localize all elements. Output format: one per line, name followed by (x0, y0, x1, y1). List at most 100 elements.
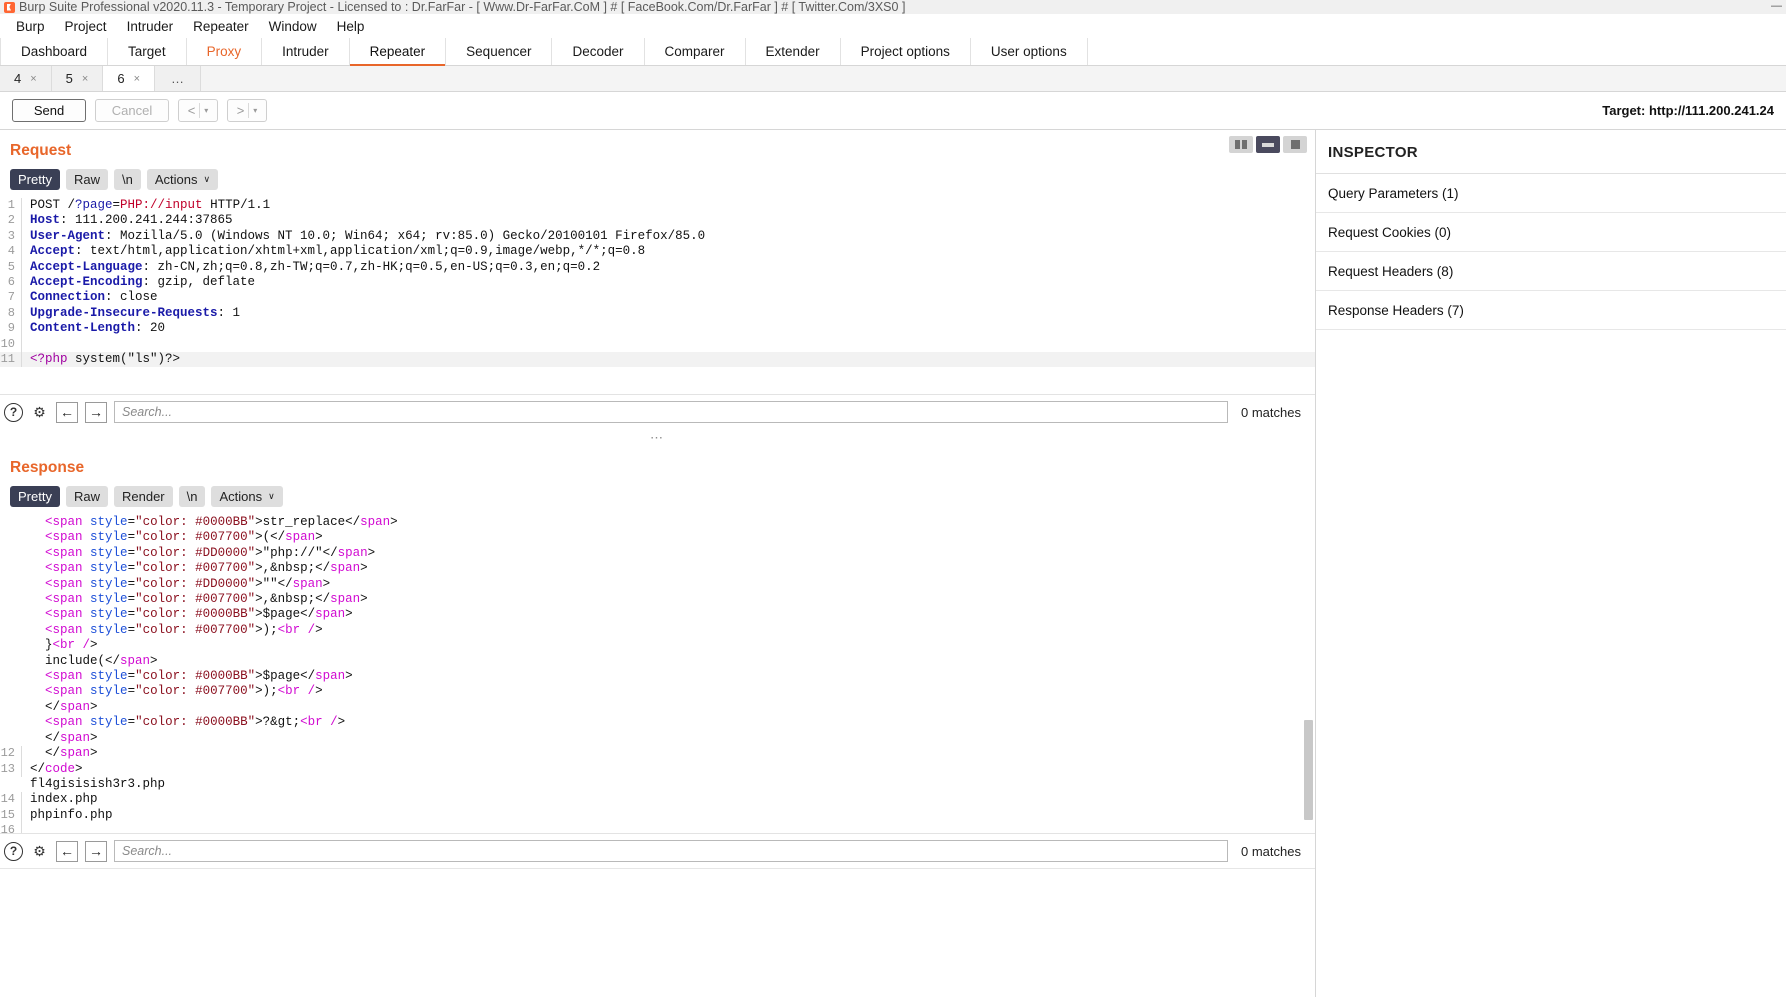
tab-decoder[interactable]: Decoder (552, 38, 645, 65)
close-icon[interactable]: × (134, 73, 140, 85)
code-token: < (30, 622, 53, 637)
layout-rows-icon[interactable] (1256, 136, 1280, 153)
menu-item-window[interactable]: Window (259, 17, 327, 36)
request-search-input[interactable]: Search... (114, 401, 1229, 423)
burp-suite-window: Burp Suite Professional v2020.11.3 - Tem… (0, 0, 1786, 997)
repeater-tab-5[interactable]: 5 × (51, 66, 104, 91)
code-token: > (75, 761, 83, 776)
code-line-text: Accept: text/html,application/xhtml+xml,… (22, 244, 645, 259)
back-button[interactable]: < ▾ (178, 99, 218, 122)
cancel-button: Cancel (95, 99, 169, 122)
close-icon[interactable]: × (30, 73, 36, 85)
request-mode-pretty[interactable]: Pretty (10, 169, 60, 190)
close-icon[interactable]: × (82, 73, 88, 85)
layout-columns-icon[interactable] (1229, 136, 1253, 153)
repeater-tab-6[interactable]: 6 × (103, 66, 156, 91)
tab-project-options[interactable]: Project options (841, 38, 971, 65)
minimize-icon[interactable]: — (1771, 0, 1782, 12)
code-token: style (90, 576, 128, 591)
menu-item-repeater[interactable]: Repeater (183, 17, 259, 36)
response-mode-newline[interactable]: \n (178, 486, 206, 507)
bottom-strip (0, 868, 1315, 884)
gear-icon[interactable]: ⚙ (30, 403, 49, 422)
response-mode-raw[interactable]: Raw (65, 486, 108, 507)
layout-switcher (1229, 136, 1307, 153)
request-search-matches: 0 matches (1241, 404, 1301, 420)
code-token: style (90, 715, 128, 730)
response-search-input[interactable]: Search... (114, 840, 1229, 862)
tab-intruder[interactable]: Intruder (262, 38, 350, 65)
inspector-row-request-cookies[interactable]: Request Cookies (0) (1316, 213, 1786, 252)
request-actions-button[interactable]: Actions ∨ (146, 169, 219, 190)
code-token: : gzip, deflate (142, 275, 256, 290)
request-code-view[interactable]: 1 POST /?page=PHP://input HTTP/1.1 2 Host: … (0, 198, 1315, 394)
panel-splitter-handle[interactable]: ⋯ (0, 429, 1315, 447)
tab-comparer[interactable]: Comparer (645, 38, 746, 65)
line-number: 13 (0, 761, 22, 777)
code-token: Upgrade-Insecure-Requests (30, 305, 218, 320)
request-mode-raw[interactable]: Raw (65, 169, 108, 190)
request-actions-label: Actions (154, 172, 198, 187)
burp-logo-icon (4, 1, 15, 13)
target-label: Target: http://111.200.241.24 (1602, 103, 1774, 118)
menu-item-burp[interactable]: Burp (6, 17, 55, 36)
tab-extender[interactable]: Extender (746, 38, 841, 65)
code-line-text: POST /?page=PHP://input HTTP/1.1 (22, 198, 270, 213)
response-scrollbar[interactable] (1303, 515, 1314, 833)
code-line: <span style="color: #DD0000">"php://"</s… (0, 546, 1315, 561)
search-prev-button[interactable]: ← (56, 840, 78, 862)
send-button[interactable]: Send (12, 99, 86, 122)
code-token: <br (52, 638, 76, 653)
code-token: "color: #DD0000" (135, 576, 256, 591)
menu-item-project[interactable]: Project (55, 17, 117, 36)
layout-single-icon[interactable] (1283, 136, 1307, 153)
code-line-text: <?php system("ls")?> (22, 352, 180, 367)
search-prev-button[interactable]: ← (56, 401, 78, 423)
menu-item-help[interactable]: Help (327, 17, 375, 36)
inspector-row-response-headers[interactable]: Response Headers (7) (1316, 291, 1786, 330)
tab-user-options[interactable]: User options (971, 38, 1088, 65)
chevron-down-icon: ▾ (204, 106, 209, 115)
code-line: 14 index.php (0, 792, 1315, 808)
code-token: "ls" (127, 352, 158, 367)
code-token: = (127, 607, 136, 622)
code-token: = (127, 715, 136, 730)
window-controls[interactable]: — (1771, 0, 1782, 12)
search-next-button[interactable]: → (85, 840, 107, 862)
code-token: <br (277, 684, 301, 699)
tab-proxy[interactable]: Proxy (187, 38, 263, 65)
tab-repeater[interactable]: Repeater (349, 38, 447, 66)
code-token: style (90, 530, 128, 545)
request-panel-title: Request (10, 142, 72, 159)
response-scrollbar-thumb[interactable] (1304, 720, 1313, 820)
response-mode-render[interactable]: Render (113, 486, 173, 507)
response-code-wrap: <span style="color: #0000BB">str_replace… (0, 515, 1315, 833)
chevron-right-icon: > (236, 103, 245, 118)
forward-button[interactable]: > ▾ (227, 99, 267, 122)
repeater-tab-4[interactable]: 4 × (0, 66, 52, 91)
repeater-tab-filler (201, 66, 1786, 91)
help-icon[interactable]: ? (4, 402, 23, 422)
response-actions-button[interactable]: Actions ∨ (211, 486, 283, 507)
line-number: 16 (0, 823, 22, 833)
tab-dashboard[interactable]: Dashboard (0, 38, 109, 65)
response-code-view[interactable]: <span style="color: #0000BB">str_replace… (0, 515, 1315, 833)
code-line: <span style="color: #007700">,&nbsp;</sp… (0, 592, 1315, 607)
line-number: 15 (0, 807, 22, 824)
gear-icon[interactable]: ⚙ (30, 842, 49, 861)
tab-target[interactable]: Target (108, 38, 187, 65)
inspector-row-query-parameters[interactable]: Query Parameters (1) (1316, 174, 1786, 213)
code-line-text: <span style="color: #007700">,&nbsp;</sp… (22, 561, 368, 576)
response-mode-pretty[interactable]: Pretty (10, 486, 60, 507)
inspector-row-request-headers[interactable]: Request Headers (8) (1316, 252, 1786, 291)
tab-sequencer[interactable]: Sequencer (446, 38, 553, 65)
repeater-tab-more[interactable]: … (155, 66, 202, 91)
menu-item-intruder[interactable]: Intruder (117, 17, 184, 36)
search-next-button[interactable]: → (85, 401, 107, 423)
code-token: span (60, 699, 91, 714)
code-token: "color: #0000BB" (135, 669, 256, 684)
help-icon[interactable]: ? (4, 841, 23, 861)
request-mode-newline[interactable]: \n (113, 169, 141, 190)
